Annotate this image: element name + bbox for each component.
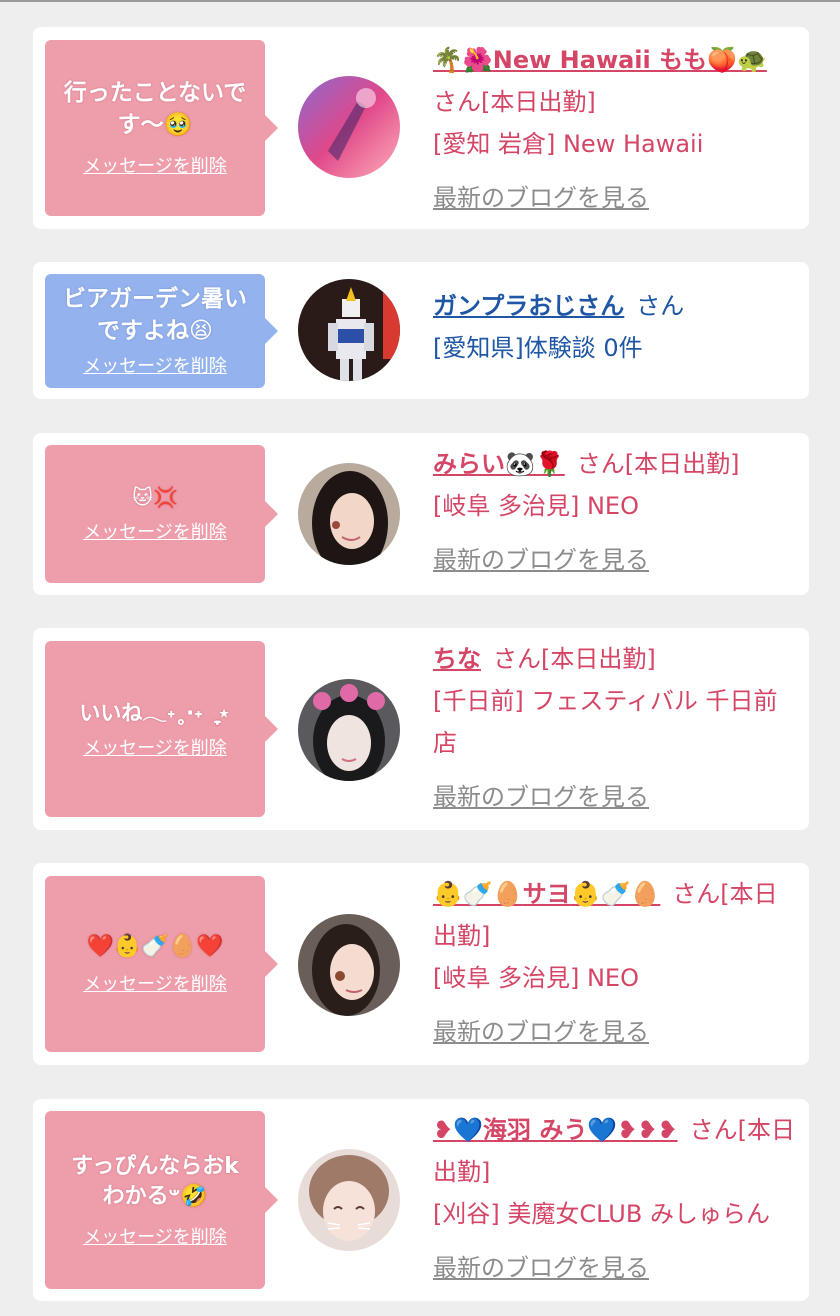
message-card: ビアガーデン暑い ですよね😫 メッセージを削除 ガンプラおじさん さん [愛知県]… [33,262,809,399]
message-card: ❤️👶🍼🥚❤️ メッセージを削除 👶🍼🥚サヨ👶🍼🥚 さん[本日出勤] [岐阜 多治… [33,863,809,1065]
girl-name-link[interactable]: ちな [433,645,481,673]
message-text: 行ったことないで す〜🥹 [63,80,247,139]
message-bubble: すっぴんならおk わかる𐤔🤣 メッセージを削除 [45,1111,278,1289]
delete-message-link[interactable]: メッセージを削除 [83,156,227,178]
latest-blog-link[interactable]: 最新のブログを見る [433,177,801,219]
latest-blog-link[interactable]: 最新のブログを見る [433,776,801,818]
shop-area: [千日前] フェスティバル 千日前店 [433,687,778,757]
message-text: いいね𓂃˖˳·˖ ִֶָ ⋆ [79,700,231,725]
avatar[interactable] [298,914,400,1016]
message-text: ❤️👶🍼🥚❤️ [86,934,224,960]
girl-name-link[interactable]: 🌴🌺New Hawaii もも🍑🐢 [433,46,767,74]
girl-info: ❥💙海羽 みう💙❥❥❥ さん[本日出勤] [刈谷] 美魔女CLUB みしゅらん 最… [433,1109,801,1289]
delete-message-link[interactable]: メッセージを削除 [83,522,227,544]
girl-info: 🌴🌺New Hawaii もも🍑🐢 さん[本日出勤] [愛知 岩倉] New H… [433,39,801,219]
latest-blog-link[interactable]: 最新のブログを見る [433,1011,801,1053]
san-label: さん [636,292,685,320]
message-text: すっぴんならおk わかる𐤔🤣 [71,1153,239,1210]
delete-message-link[interactable]: メッセージを削除 [83,356,227,378]
message-card: いいね𓂃˖˳·˖ ִֶָ ⋆ メッセージを削除 ちな さん[本日出勤] [千日前]… [33,628,809,830]
message-text: 🐱💢 [132,485,178,510]
girl-name-link[interactable]: 👶🍼🥚サヨ👶🍼🥚 [433,880,660,908]
shop-area: [岐阜 多治見] NEO [433,492,639,520]
delete-message-link[interactable]: メッセージを削除 [83,738,227,760]
girl-name-link[interactable]: みらい🐼🌹 [433,450,565,478]
latest-blog-link[interactable]: 最新のブログを見る [433,1247,801,1289]
shop-area: [愛知 岩倉] New Hawaii [433,130,704,158]
girl-info: ガンプラおじさん さん [愛知県]体験談 0件 [433,285,801,369]
message-card: 行ったことないで す〜🥹 メッセージを削除 🌴🌺New Hawaii もも🍑🐢 [33,27,809,229]
message-bubble: ビアガーデン暑い ですよね😫 メッセージを削除 [45,274,278,388]
avatar[interactable] [298,1149,400,1251]
message-bubble: いいね𓂃˖˳·˖ ִֶָ ⋆ メッセージを削除 [45,641,278,817]
girl-info: ちな さん[本日出勤] [千日前] フェスティバル 千日前店 最新のブログを見る [433,638,801,818]
girl-name-link[interactable]: ガンプラおじさん [433,292,624,320]
avatar[interactable] [298,76,400,178]
delete-message-link[interactable]: メッセージを削除 [83,974,227,996]
message-card: すっぴんならおk わかる𐤔🤣 メッセージを削除 ❥💙海羽 みう💙❥❥❥ さん[本日… [33,1099,809,1301]
shift-status: さん[本日出勤] [493,645,656,673]
avatar[interactable] [298,279,400,381]
girl-name-link[interactable]: ❥💙海羽 みう💙❥❥❥ [433,1116,678,1144]
message-text: ビアガーデン暑い ですよね😫 [63,286,247,345]
shop-area: [岐阜 多治見] NEO [433,964,639,992]
shift-status: さん[本日出勤] [576,450,740,478]
latest-blog-link[interactable]: 最新のブログを見る [433,539,801,581]
avatar[interactable] [298,679,400,781]
message-card: 🐱💢 メッセージを削除 みらい🐼🌹 さん[本日出勤] [岐阜 多治見] NEO 最… [33,433,809,595]
shop-area: [刈谷] 美魔女CLUB みしゅらん [433,1200,770,1228]
message-bubble: 🐱💢 メッセージを削除 [45,445,278,583]
girl-info: みらい🐼🌹 さん[本日出勤] [岐阜 多治見] NEO 最新のブログを見る [433,443,801,581]
shift-status: さん[本日出勤] [433,88,596,116]
avatar[interactable] [298,463,400,565]
delete-message-link[interactable]: メッセージを削除 [83,1227,227,1249]
message-bubble: 行ったことないで す〜🥹 メッセージを削除 [45,40,278,216]
message-bubble: ❤️👶🍼🥚❤️ メッセージを削除 [45,876,278,1052]
girl-info: 👶🍼🥚サヨ👶🍼🥚 さん[本日出勤] [岐阜 多治見] NEO 最新のブログを見る [433,873,801,1053]
review-area: [愛知県]体験談 0件 [433,334,643,362]
